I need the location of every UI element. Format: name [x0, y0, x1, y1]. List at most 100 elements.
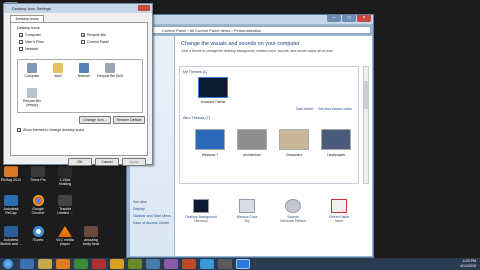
sounds-icon	[285, 199, 301, 213]
taskbar-app-icon[interactable]	[146, 259, 160, 269]
taskbar-ie-icon[interactable]	[20, 259, 34, 269]
taskbar-app-icon[interactable]	[200, 259, 214, 269]
change-icon-button[interactable]: Change Icon...	[79, 116, 111, 124]
checkbox-recycle-bin[interactable]: ✓ Recycle Bin	[81, 33, 106, 38]
unsaved-theme-label: Unsaved Theme	[200, 100, 226, 104]
dialog-panel: Desktop icons ✓ Computer ✓ Recycle Bin Use…	[10, 22, 148, 156]
sounds-button[interactable]: Sounds Windows Default	[273, 199, 313, 223]
themes-pane: My Themes (1) Unsaved Theme Save theme G…	[179, 66, 359, 184]
theme-windows7-thumb[interactable]	[195, 129, 225, 150]
desktop-icon-picsay[interactable]: PicSay 2011	[0, 166, 22, 182]
theme-architecture-label: Architecture	[242, 153, 262, 157]
vlc-icon	[58, 226, 72, 237]
my-themes-heading: My Themes (1)	[183, 70, 208, 74]
page-subtitle: Click a theme to change the desktop back…	[181, 49, 334, 53]
title-bar[interactable]: – □ ×	[127, 15, 373, 24]
screen-saver-icon	[331, 199, 347, 213]
preview-computer[interactable]: Computer	[19, 63, 45, 78]
desktop-icon-amazing-body-heat[interactable]: amazing body heat	[80, 226, 102, 246]
taskbar-media-icon[interactable]	[56, 259, 70, 269]
desktop-icon-google-chrome[interactable]: Google Chrome	[27, 195, 49, 215]
save-theme-link[interactable]: Save theme	[296, 107, 313, 111]
taskbar: 4:23 PM 4/12/2015	[0, 258, 480, 270]
taskbar-app-icon[interactable]	[92, 259, 106, 269]
checkbox-control-panel[interactable]: Control Panel	[81, 40, 109, 44]
minimize-button[interactable]: –	[327, 15, 341, 22]
taskbar-clock[interactable]: 4:23 PM 4/12/2015	[460, 259, 476, 269]
app-icon	[58, 166, 72, 177]
preview-recycle-bin-full[interactable]: Recycle Bin (full)	[97, 63, 123, 78]
ok-button[interactable]: OK	[68, 158, 92, 166]
nav-taskbar-link[interactable]: Taskbar and Start Menu	[133, 214, 171, 218]
desktop-icon-autodesk-recap[interactable]: Autodesk ReCap	[0, 195, 22, 215]
network-icon	[79, 63, 89, 73]
nav-display-link[interactable]: Display	[133, 207, 145, 211]
autodesk-icon	[4, 195, 18, 206]
apply-button[interactable]: Apply	[122, 158, 146, 166]
maximize-button[interactable]: □	[342, 15, 356, 22]
checkbox-network[interactable]: Network	[19, 47, 38, 51]
taskbar-app-icon[interactable]	[128, 259, 142, 269]
preview-user-folder[interactable]: ashil	[45, 63, 71, 78]
theme-architecture-thumb[interactable]	[237, 129, 267, 150]
scrollbar-thumb[interactable]	[364, 81, 368, 109]
desktop-icon-vlc[interactable]: VLC media player	[54, 226, 76, 246]
restore-default-button[interactable]: Restore Default	[113, 116, 145, 124]
theme-characters-thumb[interactable]	[279, 129, 309, 150]
see-also-heading: See also	[133, 200, 147, 204]
main-pane: Change the visuals and sounds on your co…	[175, 36, 372, 256]
checkbox-allow-themes[interactable]: ✓ Allow themes to change desktop icons	[17, 128, 84, 133]
close-button[interactable]: ×	[357, 15, 371, 22]
preview-recycle-bin-empty[interactable]: Recycle Bin (empty)	[19, 88, 45, 107]
recycle-bin-full-icon	[105, 63, 115, 73]
page-title: Change the visuals and sounds on your co…	[181, 41, 300, 47]
desktop-icon-tracktir[interactable]: Tracktir Limited ...	[54, 195, 76, 215]
dialog-title-bar[interactable]: Desktop Icon Settings	[4, 4, 152, 13]
checkbox-computer[interactable]: ✓ Computer	[19, 33, 41, 38]
chrome-icon	[32, 195, 44, 206]
taskbar-app-icon[interactable]	[182, 259, 196, 269]
taskbar-control-panel-icon[interactable]	[236, 259, 250, 269]
desktop-icon-autodesk-sketch[interactable]: Autodesk Sketch and ...	[0, 226, 22, 246]
theme-landscapes-label: Landscapes	[326, 153, 346, 157]
aero-themes-heading: Aero Themes (7)	[183, 116, 210, 120]
itunes-icon	[32, 226, 44, 237]
desktop-background-button[interactable]: Desktop Background Harmony	[181, 199, 221, 223]
address-bar[interactable]: Control Panel › All Control Panel Items …	[131, 26, 371, 34]
recycle-bin-empty-icon	[27, 88, 37, 98]
checkbox-users-files[interactable]: User's Files	[19, 40, 44, 44]
taskbar-app-icon[interactable]	[74, 259, 88, 269]
desktop-icon-settings-dialog: Desktop Icon Settings Desktop Icons Desk…	[3, 3, 153, 166]
window-color-icon	[239, 199, 255, 213]
user-folder-icon	[53, 63, 63, 73]
taskbar-app-icon[interactable]	[218, 259, 232, 269]
icon-preview-list: Computer ashil Network Recycle Bin (full…	[17, 59, 143, 113]
taskbar-explorer-icon[interactable]	[38, 259, 52, 269]
taskbar-chrome-icon[interactable]	[110, 259, 124, 269]
get-more-themes-link[interactable]: Get more themes online	[318, 107, 352, 111]
desktop-icon-thera-pro[interactable]: Thera Pro	[27, 166, 49, 182]
window-color-button[interactable]: Window Color Sky	[227, 199, 267, 223]
checkbox-checked-icon: ✓	[81, 33, 86, 38]
theme-landscapes-thumb[interactable]	[321, 129, 351, 150]
tab-desktop-icons[interactable]: Desktop Icons	[10, 15, 44, 22]
theme-windows7-label: Windows 7	[201, 153, 219, 157]
themes-scrollbar[interactable]	[363, 66, 369, 184]
cancel-button[interactable]: Cancel	[95, 158, 119, 166]
desktop-icon-itunes[interactable]: iTunes	[27, 226, 49, 242]
app-icon	[58, 195, 72, 206]
desktop-icon-1-click-hosting[interactable]: 1-Click Hosting	[54, 166, 76, 186]
taskbar-app-icon[interactable]	[164, 259, 178, 269]
nav-ease-of-access-link[interactable]: Ease of Access Center	[133, 221, 169, 225]
dialog-close-button[interactable]	[138, 5, 150, 11]
checkbox-icon	[19, 40, 23, 44]
start-button[interactable]	[3, 259, 13, 269]
app-icon	[84, 226, 98, 237]
screen-saver-button[interactable]: Screen Saver None	[319, 199, 359, 223]
personalization-window: – □ × Control Panel › All Control Panel …	[126, 14, 374, 258]
picsay-icon	[4, 166, 18, 177]
preview-network[interactable]: Network	[71, 63, 97, 78]
checkbox-checked-icon: ✓	[17, 128, 22, 133]
unsaved-theme-thumb[interactable]	[198, 77, 228, 98]
checkbox-icon	[19, 47, 23, 51]
